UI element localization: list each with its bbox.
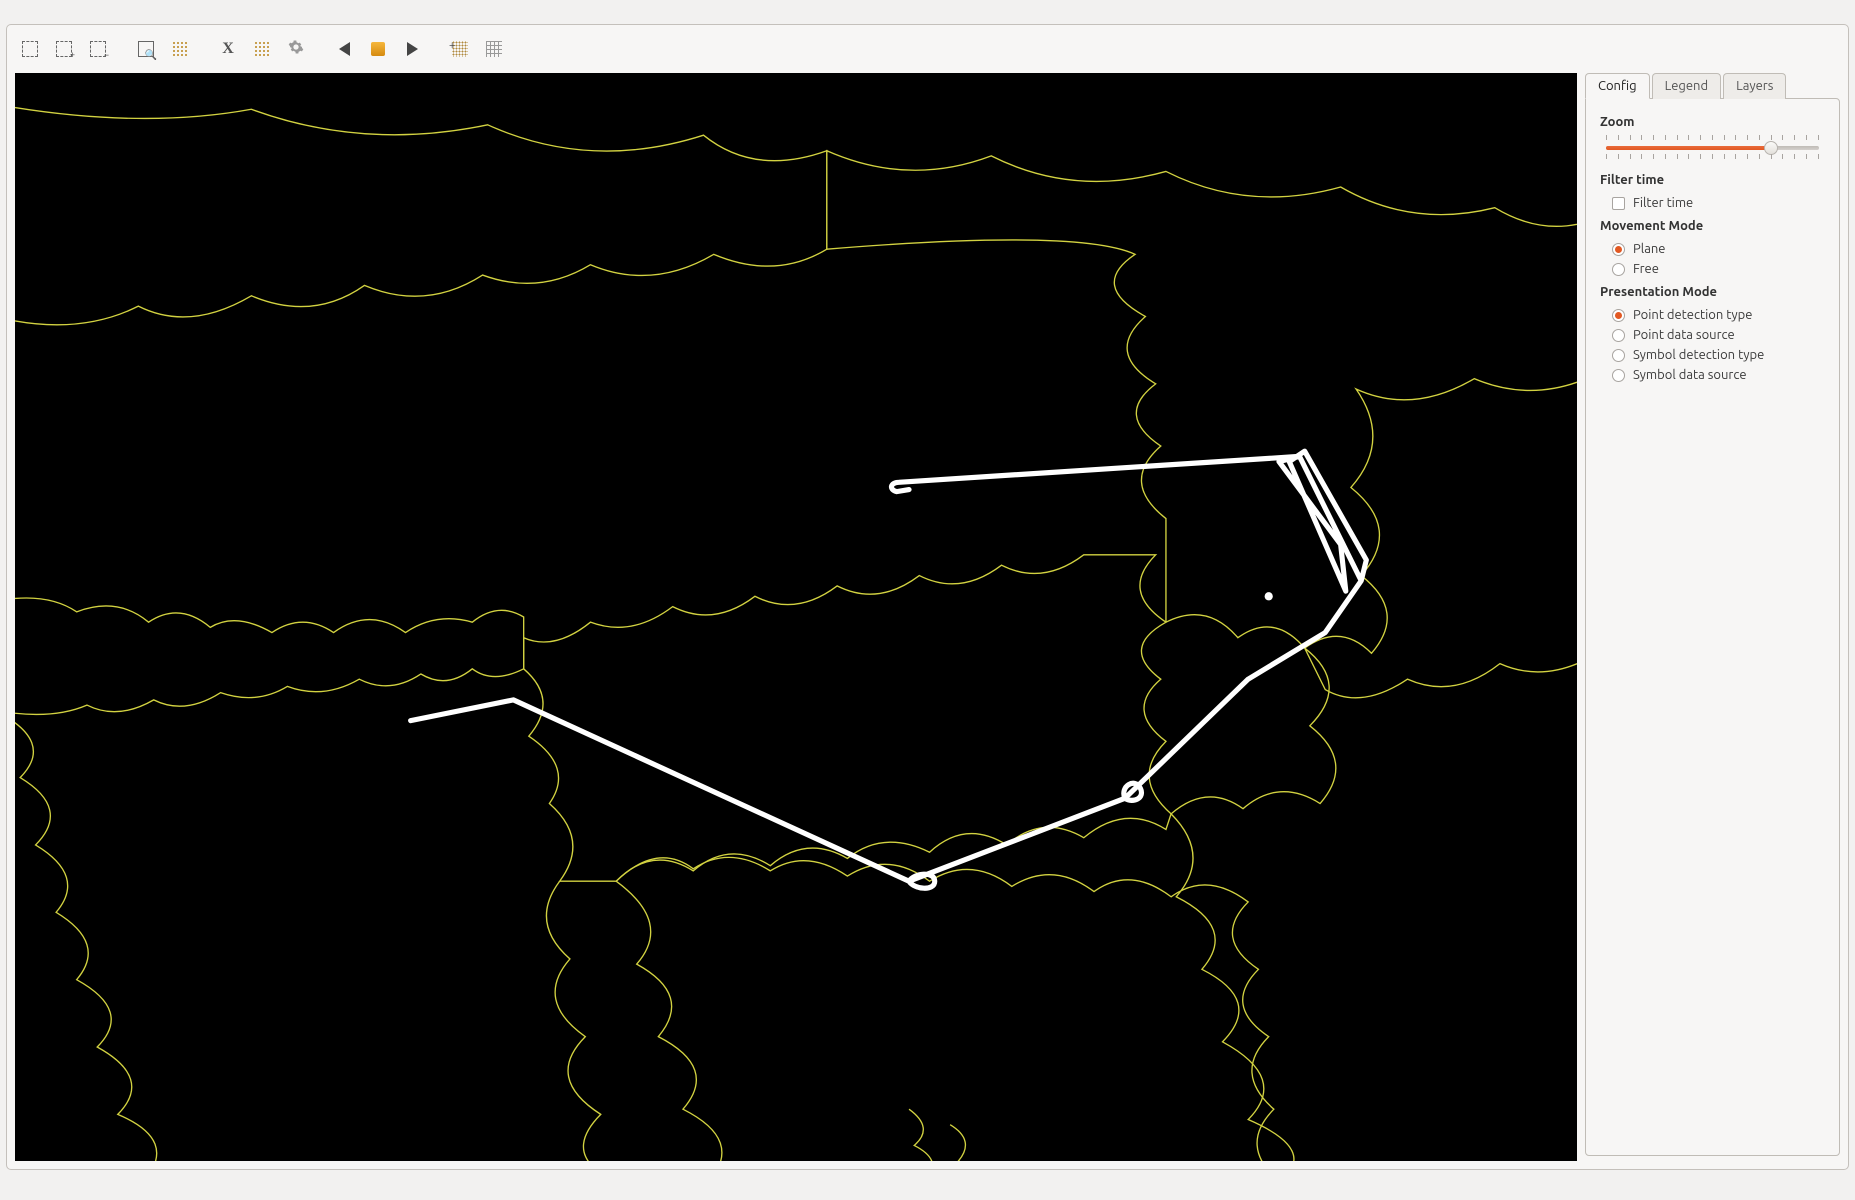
zoom-rect-button[interactable]: 🔍 [131,34,161,64]
zoom-slider[interactable] [1600,135,1825,163]
radio-icon [1612,263,1625,276]
previous-button[interactable] [329,34,359,64]
radio-icon [1612,349,1625,362]
zoom-rect-icon: 🔍 [138,41,154,57]
slider-ticks-bottom [1606,154,1819,159]
radio-label: Point data source [1633,328,1735,342]
tab-config[interactable]: Config [1585,73,1650,99]
step-icon: + [452,41,468,57]
gear-icon [288,39,304,60]
application-window: GeographicView3 + − 🔍 X [0,24,1855,1200]
radio-label: Free [1633,262,1659,276]
map-canvas[interactable] [15,73,1577,1161]
scatter-icon [172,41,188,57]
movement-mode-title: Movement Mode [1600,219,1825,233]
scatter-settings-icon [254,41,270,57]
slider-fill [1606,146,1770,150]
radio-icon [1612,329,1625,342]
radio-label: Symbol data source [1633,368,1747,382]
checkbox-icon [1612,197,1625,210]
presentation-point-detection[interactable]: Point detection type [1600,305,1825,325]
radio-label: Symbol detection type [1633,348,1764,362]
movement-mode-plane[interactable]: Plane [1600,239,1825,259]
tab-layers[interactable]: Layers [1723,73,1786,99]
slider-thumb[interactable] [1764,141,1778,155]
presentation-symbol-source[interactable]: Symbol data source [1600,365,1825,385]
scatter-settings-button[interactable] [247,34,277,64]
filter-time-label: Filter time [1633,196,1693,210]
select-remove-button[interactable]: − [83,34,113,64]
next-icon [407,42,418,56]
step-button[interactable]: + [445,34,475,64]
toolbar: + − 🔍 X + [7,25,1848,73]
previous-icon [339,42,350,56]
presentation-mode-title: Presentation Mode [1600,285,1825,299]
presentation-point-source[interactable]: Point data source [1600,325,1825,345]
settings-button[interactable] [281,34,311,64]
tab-body-config: Zoom Filter time [1585,98,1840,1156]
side-panel: Config Legend Layers Zoom [1585,73,1840,1161]
select-remove-icon: − [90,41,106,57]
movement-mode-free[interactable]: Free [1600,259,1825,279]
radio-icon [1612,369,1625,382]
filter-time-title: Filter time [1600,173,1825,187]
select-rect-button[interactable] [15,34,45,64]
radio-label: Plane [1633,242,1666,256]
content-row: Config Legend Layers Zoom [7,73,1848,1169]
radio-icon [1612,309,1625,322]
filter-time-checkbox[interactable]: Filter time [1600,193,1825,213]
scatter-button[interactable] [165,34,195,64]
map-svg [15,73,1577,1161]
next-button[interactable] [397,34,427,64]
clear-x-icon: X [222,40,234,58]
radio-label: Point detection type [1633,308,1752,322]
grid-button[interactable] [479,34,509,64]
tab-legend[interactable]: Legend [1652,73,1721,99]
stop-icon [371,42,385,56]
clear-button[interactable]: X [213,34,243,64]
presentation-symbol-detection[interactable]: Symbol detection type [1600,345,1825,365]
slider-ticks-top [1606,135,1819,140]
grid-icon [486,41,502,57]
main-panel: + − 🔍 X + [6,24,1849,1170]
select-add-button[interactable]: + [49,34,79,64]
stop-button[interactable] [363,34,393,64]
side-tabs: Config Legend Layers [1585,73,1840,99]
select-add-icon: + [56,41,72,57]
zoom-title: Zoom [1600,115,1825,129]
select-rect-icon [22,41,38,57]
radio-icon [1612,243,1625,256]
